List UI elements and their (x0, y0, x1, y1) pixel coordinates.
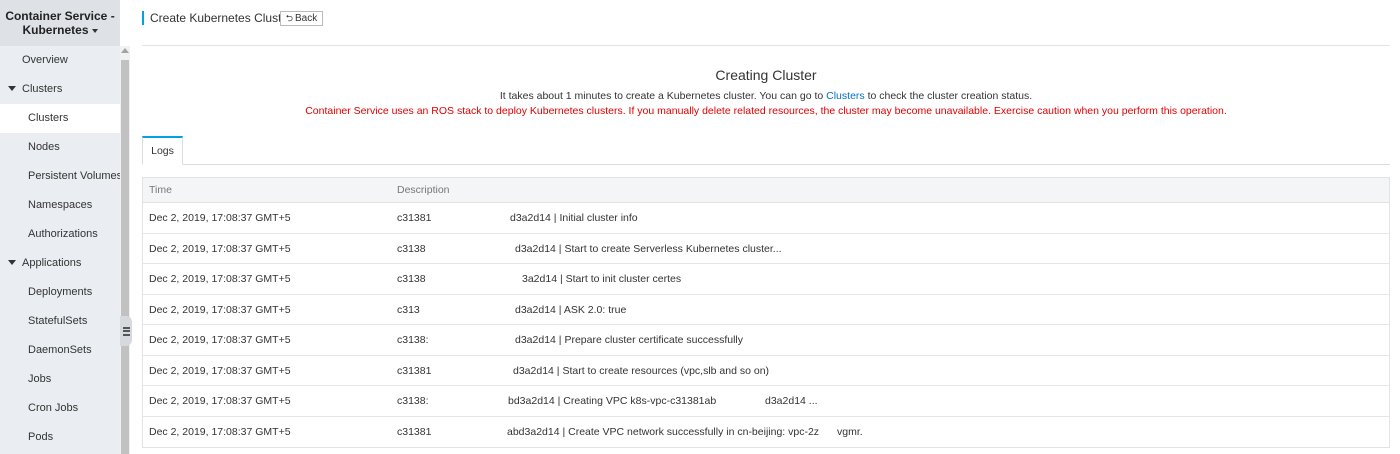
table-row: Dec 2, 2019, 17:08:37 GMT+5 c313 d3a2d14 |… (143, 295, 1389, 325)
log-cluster-id: c3138 (397, 242, 426, 255)
log-cluster-id: c31381 (397, 212, 432, 224)
sidebar: Container Service - Kubernetes Overview … (0, 0, 122, 454)
scroll-up-arrow-icon[interactable] (121, 48, 129, 53)
expand-triangle-icon (8, 259, 16, 265)
status-heading: Creating Cluster (715, 67, 817, 83)
log-time: Dec 2, 2019, 17:08:37 GMT+5 (149, 364, 291, 377)
sidebar-item-persistent-volumes[interactable]: Persistent Volumes (0, 162, 122, 191)
log-description: bd3a2d14 | Creating VPC k8s-vpc-c31381ab (508, 395, 717, 407)
log-description: 3a2d14 | Start to init cluster certes (522, 273, 682, 285)
sidebar-collapse-toggle[interactable] (120, 316, 132, 346)
sidebar-item-clusters[interactable]: Clusters (0, 104, 120, 133)
sidebar-item-namespaces[interactable]: Namespaces (0, 191, 120, 220)
sidebar-item-cron-jobs[interactable]: Cron Jobs (0, 394, 120, 423)
status-warning: Container Service uses an ROS stack to d… (305, 105, 1227, 117)
sidebar-item-jobs[interactable]: Jobs (0, 365, 120, 394)
log-time: Dec 2, 2019, 17:08:37 GMT+5 (149, 303, 291, 316)
product-switcher[interactable]: Container Service - Kubernetes (0, 0, 120, 46)
table-row: Dec 2, 2019, 17:08:37 GMT+5 c3138: bd3a2d1… (143, 386, 1389, 417)
log-cluster-id: c3138: (397, 395, 429, 407)
tab-logs[interactable]: Logs (142, 136, 183, 165)
log-time: Dec 2, 2019, 17:08:37 GMT+5 (149, 334, 291, 346)
log-cluster-id: c31381 (397, 425, 432, 438)
sidebar-item-deployments[interactable]: Deployments (0, 278, 120, 307)
table-row: Dec 2, 2019, 17:08:37 GMT+5 c3138 d3a2d14 … (143, 234, 1389, 264)
expand-triangle-icon (8, 85, 16, 91)
log-description: d3a2d14 | ASK 2.0: true (515, 303, 627, 316)
table-row: Dec 2, 2019, 17:08:37 GMT+5 c31381 abd3a2d… (143, 417, 1389, 448)
log-cluster-id: c313 (397, 303, 420, 316)
sidebar-item-pods[interactable]: Pods (0, 423, 120, 452)
main-content: Create Kubernetes Cluster ⮌ Back Creating… (142, 0, 1390, 454)
log-time: Dec 2, 2019, 17:08:37 GMT+5 (149, 212, 291, 224)
status-info: It takes about 1 minutes to create a Kub… (499, 90, 1033, 102)
caret-down-icon (91, 28, 98, 33)
sidebar-item-overview[interactable]: Overview (0, 46, 120, 75)
sidebar-item-nodes[interactable]: Nodes (0, 133, 120, 162)
table-row: Dec 2, 2019, 17:08:37 GMT+5 c3138: d3a2d14… (143, 325, 1389, 356)
log-time: Dec 2, 2019, 17:08:37 GMT+5 (149, 242, 291, 255)
log-cluster-id: c31381 (397, 364, 432, 377)
log-time: Dec 2, 2019, 17:08:37 GMT+5 (149, 273, 291, 285)
page-header: Create Kubernetes Cluster ⮌ Back (142, 0, 1390, 46)
logs-table: Time Description Dec 2, 2019, 17:08:37 G… (142, 177, 1390, 448)
table-row: Dec 2, 2019, 17:08:37 GMT+5 c31381 d3a2d14… (143, 203, 1389, 234)
column-header-time: Time (149, 184, 172, 196)
scrollbar-thumb[interactable] (121, 60, 129, 454)
column-header-description: Description (397, 184, 450, 196)
sidebar-group-label: Applications (22, 257, 82, 269)
table-header: Time Description (143, 178, 1389, 203)
log-description: d3a2d14 | Start to create Serverless Kub… (515, 242, 782, 255)
log-description-tail: d3a2d14 ... (765, 395, 818, 407)
sidebar-item-statefulsets[interactable]: StatefulSets (0, 307, 120, 336)
log-description: d3a2d14 | Start to create resources (vpc… (513, 364, 770, 377)
product-title-line1: Container Service - (5, 9, 115, 23)
sidebar-group-label: Clusters (22, 83, 63, 95)
log-time: Dec 2, 2019, 17:08:37 GMT+5 (149, 425, 291, 438)
sidebar-item-daemonsets[interactable]: DaemonSets (0, 336, 120, 365)
sidebar-group-applications[interactable]: Applications (0, 249, 120, 278)
log-description: d3a2d14 | Prepare cluster certificate su… (515, 334, 744, 346)
log-description: abd3a2d14 | Create VPC network successfu… (507, 425, 820, 438)
log-time: Dec 2, 2019, 17:08:37 GMT+5 (149, 395, 291, 407)
back-label: Back (294, 13, 318, 24)
log-description-tail: vgmr. (837, 425, 863, 438)
product-title-line2: Kubernetes (22, 23, 89, 37)
back-button[interactable]: ⮌ Back (280, 11, 323, 26)
title-accent-bar (142, 11, 144, 25)
log-cluster-id: c3138: (397, 334, 429, 346)
log-cluster-id: c3138 (397, 273, 426, 285)
clusters-link[interactable]: Clusters (826, 90, 865, 102)
tab-bar: Logs (142, 136, 1390, 165)
sidebar-group-clusters[interactable]: Clusters (0, 75, 120, 104)
log-description: d3a2d14 | Initial cluster info (510, 212, 638, 224)
back-arrow-icon: ⮌ (285, 13, 293, 23)
sidebar-scrollbar[interactable] (120, 46, 130, 454)
table-row: Dec 2, 2019, 17:08:37 GMT+5 c3138 3a2d14 |… (143, 264, 1389, 295)
sidebar-item-authorizations[interactable]: Authorizations (0, 220, 120, 249)
table-row: Dec 2, 2019, 17:08:37 GMT+5 c31381 d3a2d14… (143, 356, 1389, 386)
hamburger-icon (122, 326, 130, 336)
page-title: Create Kubernetes Cluster (150, 11, 293, 25)
